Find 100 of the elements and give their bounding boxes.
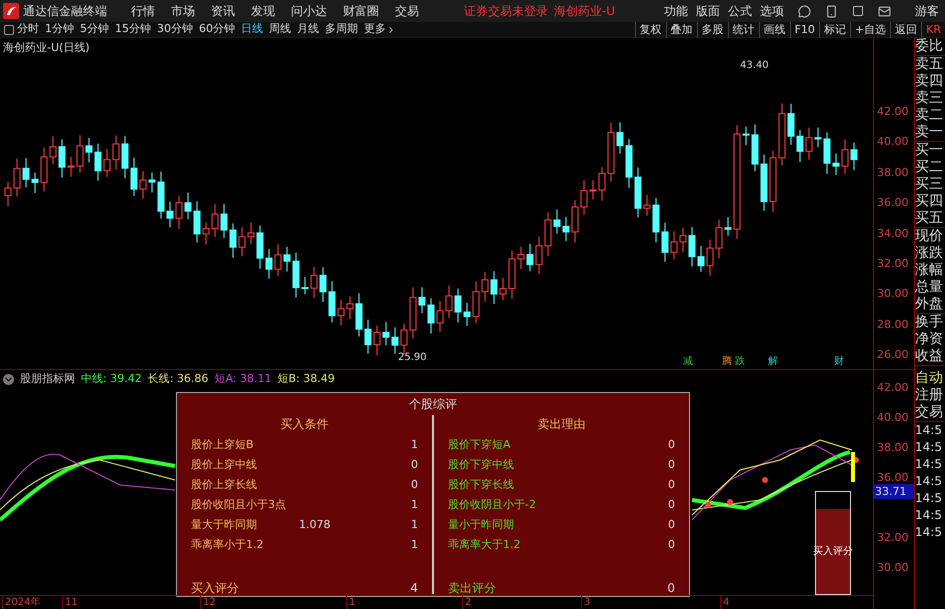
period-tab[interactable]: 周线 <box>266 21 294 38</box>
condition-label: 股价上穿长线 <box>191 476 258 493</box>
condition-label: 乖离率小于1.2 <box>191 536 264 553</box>
condition-score: 0 <box>667 516 675 533</box>
trade-link[interactable]: 交易 <box>915 404 945 421</box>
event-mark[interactable]: 解 <box>768 356 778 368</box>
toolbar-button[interactable]: 标记 <box>818 22 850 38</box>
collapse-icon[interactable] <box>3 374 14 384</box>
toolbar-button[interactable]: KR <box>921 22 945 38</box>
mail-icon[interactable] <box>878 4 891 18</box>
menu-item[interactable]: 功能 <box>660 2 692 20</box>
login-notice: 证券交易未登录 <box>464 3 548 20</box>
price-axis-label: 34.00 <box>877 228 908 240</box>
condition-label: 量大于昨同期 <box>191 516 258 533</box>
price-axis-label: 30.00 <box>877 288 908 300</box>
condition-label: 乖离率大于1.2 <box>448 536 522 553</box>
toolbar-button[interactable]: 多股 <box>696 22 728 38</box>
indicator-name: 股朋指标网 <box>20 370 75 387</box>
indicator-value: 长线: 36.86 <box>148 370 208 387</box>
toolbar-button[interactable]: 叠加 <box>666 22 697 38</box>
menu-item[interactable]: 财富圈 <box>335 2 387 20</box>
toolbar-button[interactable]: +自选 <box>850 22 890 38</box>
trade-link[interactable]: 自动 <box>915 370 945 387</box>
condition-label: 股价下穿中线 <box>448 456 515 473</box>
toolbar-button[interactable]: 画线 <box>758 22 790 38</box>
time-axis-label: 11 <box>62 596 78 609</box>
price-axis-label: 38.00 <box>877 166 908 179</box>
condition-label: 股价收阳且小于3点 <box>191 496 287 513</box>
app-title: 通达信金融终端 <box>23 3 108 20</box>
condition-score: 0 <box>667 496 675 513</box>
chat-icon[interactable] <box>798 4 811 18</box>
toolbar-button[interactable]: F10 <box>790 22 819 38</box>
price-axis-label: 32.00 <box>877 258 908 270</box>
indicator-value: 中线: 39.42 <box>81 370 142 387</box>
quote-label: 涨跌 <box>915 245 944 262</box>
quote-label: 买一 <box>915 142 944 159</box>
condition-label: 股价下穿长线 <box>448 476 515 493</box>
indicator-axis-label: 42.00 <box>877 382 908 394</box>
menu-item[interactable]: 版面 <box>692 2 724 20</box>
low-price-label: 25.90 <box>398 351 427 365</box>
panel-toggle-icon[interactable] <box>4 24 14 34</box>
toolbar-button[interactable]: 复权 <box>634 22 666 38</box>
event-mark[interactable]: 财 <box>834 356 844 368</box>
quote-label: 卖三 <box>915 90 944 107</box>
menu-item[interactable]: 市场 <box>163 2 203 20</box>
score-label: 卖出评分 <box>448 580 496 597</box>
quote-label: 卖五 <box>915 56 944 73</box>
menu-item[interactable]: 资讯 <box>203 2 243 20</box>
event-mark[interactable]: 减 <box>683 356 693 368</box>
period-tab[interactable]: 15分钟 <box>112 21 154 38</box>
period-tab[interactable]: 日线 <box>238 21 266 38</box>
menu-item[interactable]: 选项 <box>756 2 788 20</box>
trade-link[interactable]: 注册 <box>915 387 945 404</box>
event-mark[interactable]: 跌 <box>735 356 745 368</box>
period-tab[interactable]: 分时 <box>14 21 42 38</box>
app-logo-icon <box>3 3 19 19</box>
condition-score: 1 <box>410 496 418 513</box>
period-tab[interactable]: 5分钟 <box>77 21 112 38</box>
quote-label: 卖一 <box>915 124 944 141</box>
score-total: 0 <box>666 580 675 597</box>
condition-label: 股价下穿短A <box>448 436 512 453</box>
indicator-axis-label: 36.00 <box>877 472 908 484</box>
menu-item[interactable]: 公式 <box>724 2 756 20</box>
trade-time: 14:5 <box>915 439 943 456</box>
condition-score: 0 <box>667 476 675 493</box>
toolbar-button[interactable]: 统计 <box>728 22 759 38</box>
period-tab[interactable]: 30分钟 <box>154 21 196 38</box>
phone-icon[interactable] <box>825 4 838 18</box>
window-icon[interactable] <box>852 5 864 17</box>
price-axis-label: 40.00 <box>877 136 908 148</box>
menu-item[interactable]: 行情 <box>123 2 163 20</box>
event-mark[interactable]: 腾 <box>722 356 732 368</box>
stock-name: 海创药业-U <box>554 3 615 20</box>
period-tab[interactable]: 60分钟 <box>196 21 238 38</box>
indicator-axis-label: 30.00 <box>877 562 908 574</box>
indicator-value: 短B: 38.49 <box>277 370 335 387</box>
condition-score: 1 <box>410 536 418 553</box>
period-tab[interactable]: 多周期 <box>322 21 361 38</box>
indicator-value: 短A: 38.11 <box>214 370 272 387</box>
condition-score: 0 <box>667 436 675 453</box>
current-value-label: 33.71 <box>874 484 914 499</box>
menu-item[interactable]: 交易 <box>387 2 427 20</box>
user-label: 游客 <box>915 3 939 20</box>
condition-label: 股价收阴且小于-2 <box>448 496 537 513</box>
menu-item[interactable]: 发现 <box>243 2 283 20</box>
condition-label: 股价上穿中线 <box>191 456 258 473</box>
period-tab[interactable]: 1分钟 <box>42 21 77 38</box>
score-label: 买入评分 <box>191 580 239 597</box>
condition-score: 0 <box>667 456 675 473</box>
indicator-axis-label: 40.00 <box>877 412 908 424</box>
chart-title: 海创药业-U(日线) <box>3 40 90 56</box>
score-total: 4 <box>409 580 418 597</box>
trade-time: 14:5 <box>915 422 943 439</box>
column-heading: 卖出理由 <box>536 416 586 433</box>
period-tab[interactable]: 更多 <box>361 21 399 38</box>
period-tab[interactable]: 月线 <box>294 21 322 38</box>
quote-label: 外盘 <box>915 296 944 313</box>
toolbar-button[interactable]: 返回 <box>890 22 922 38</box>
menu-item[interactable]: 问小达 <box>283 2 335 20</box>
price-axis-label: 26.00 <box>877 349 908 362</box>
